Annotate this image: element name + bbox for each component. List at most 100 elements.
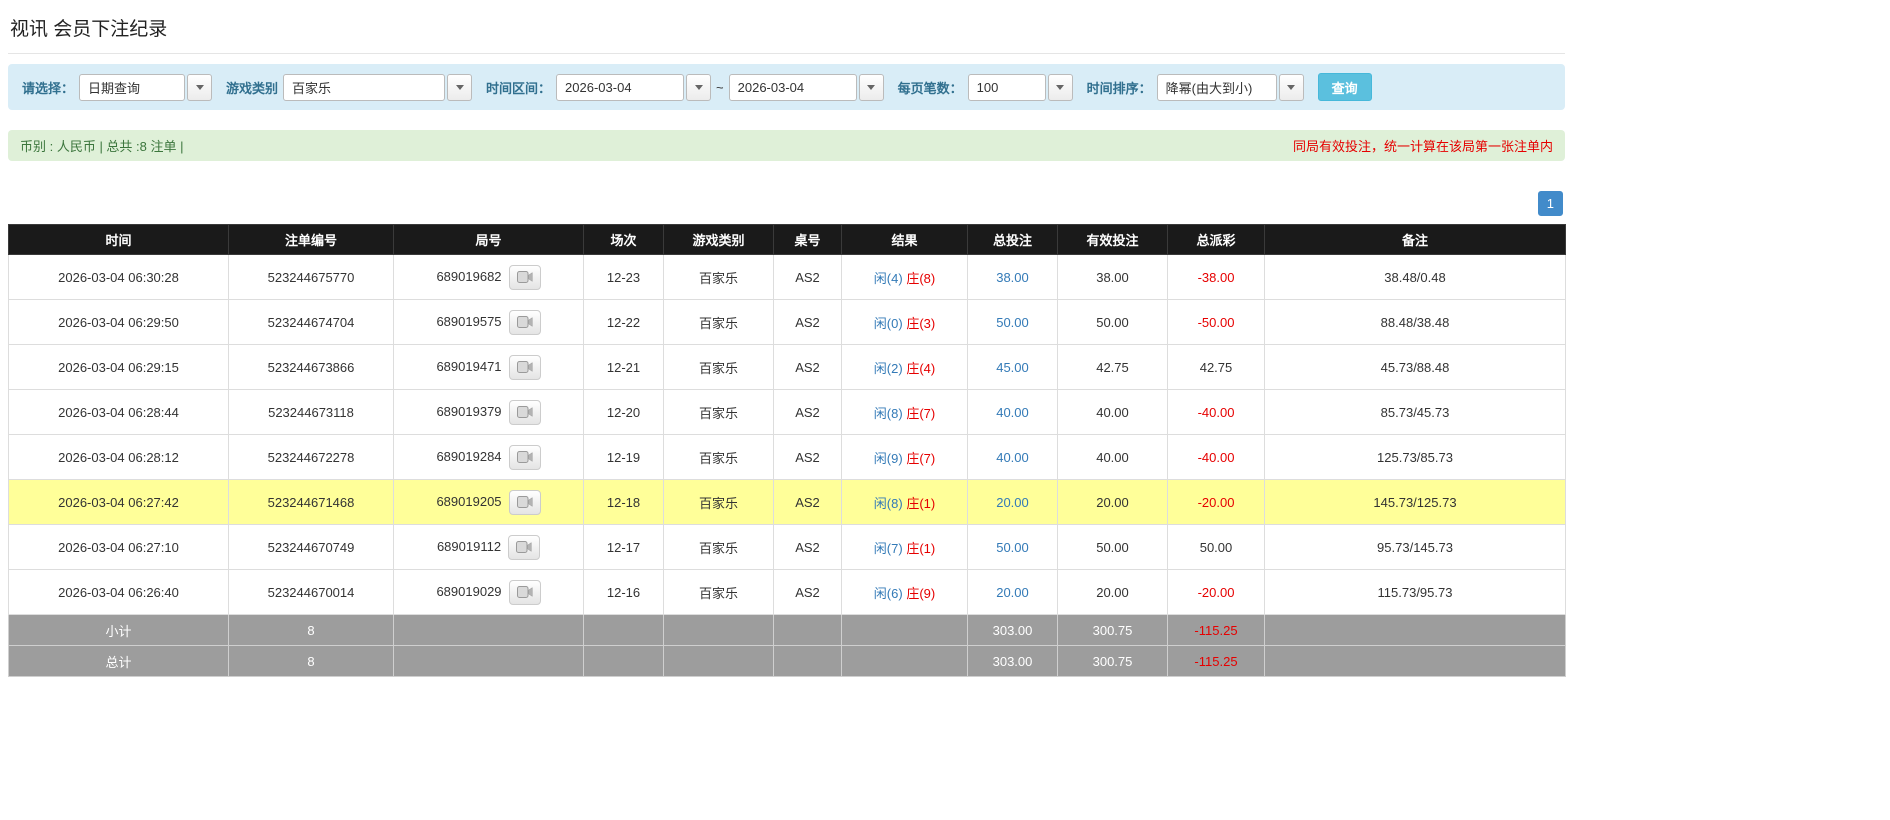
round-id-text: 689019379 [436, 403, 502, 419]
payout-value: -50.00 [1197, 314, 1235, 330]
total-bet-link[interactable]: 40.00 [996, 450, 1029, 465]
total-bet-link[interactable]: 38.00 [996, 270, 1029, 285]
cell-bet-id: 523244670014 [228, 569, 394, 615]
search-button[interactable]: 查询 [1317, 73, 1372, 101]
cell-time: 2026-03-04 06:29:15 [8, 344, 229, 390]
cell-bet-id: 523244672278 [228, 434, 394, 480]
video-replay-button[interactable] [508, 579, 541, 605]
cell-remark: 115.73/95.73 [1264, 569, 1566, 615]
cell-total-bet: 20.00 [967, 569, 1058, 615]
cell-time: 2026-03-04 06:28:12 [8, 434, 229, 480]
per-page-input[interactable] [967, 73, 1046, 101]
cell-session: 12-20 [583, 389, 664, 435]
video-camera-icon [516, 496, 533, 508]
cell-remark: 85.73/45.73 [1264, 389, 1566, 435]
cell-remark: 88.48/38.48 [1264, 299, 1566, 345]
cell-round-id: 689019379 [393, 389, 584, 435]
date-from-input[interactable] [556, 73, 685, 101]
round-id-text: 689019284 [436, 448, 502, 464]
video-replay-button[interactable] [508, 309, 541, 335]
total-bet-link[interactable]: 50.00 [996, 315, 1029, 330]
cell-round-id: 689019284 [393, 434, 584, 480]
cell-round-id: 689019112 [393, 524, 584, 570]
page: 视讯 会员下注纪录 请选择： 游戏类别 时间区间： ~ 每页笔数： 时间排序： [0, 0, 1566, 697]
table-header-row: 时间 注单编号 局号 场次 游戏类别 桌号 结果 总投注 有效投注 总派彩 备注 [8, 224, 1566, 255]
summary-empty [393, 645, 584, 677]
table-row: 2026-03-04 06:29:50 523244674704 689019575… [8, 299, 1566, 345]
round-id-text: 689019205 [436, 493, 502, 509]
chevron-down-icon [1287, 84, 1296, 90]
cell-result: 闲(2) 庄(4) [841, 344, 968, 390]
cell-session: 12-17 [583, 524, 664, 570]
summary-empty [1264, 614, 1566, 646]
cell-total-bet: 40.00 [967, 389, 1058, 435]
sort-dropdown-button[interactable] [1278, 73, 1304, 101]
column-header: 总派彩 [1167, 224, 1265, 255]
video-replay-button[interactable] [508, 444, 541, 470]
date-separator: ~ [716, 79, 724, 95]
table-row: 2026-03-04 06:27:42 523244671468 689019205… [8, 479, 1566, 525]
total-bet-link[interactable]: 20.00 [996, 585, 1029, 600]
per-page-combobox [967, 73, 1073, 101]
cell-table-no: AS2 [773, 344, 842, 390]
cell-time: 2026-03-04 06:28:44 [8, 389, 229, 435]
video-replay-button[interactable] [508, 534, 541, 560]
result-banker: 庄(8) [906, 270, 936, 286]
table-row: 2026-03-04 06:28:12 523244672278 689019284… [8, 434, 1566, 480]
video-replay-button[interactable] [508, 354, 541, 380]
payout-value: -20.00 [1197, 584, 1235, 600]
cell-bet-id: 523244673118 [228, 389, 394, 435]
game-type-input[interactable] [283, 73, 446, 101]
cell-payout: -20.00 [1167, 479, 1265, 525]
video-camera-icon [516, 406, 533, 418]
page-title: 视讯 会员下注纪录 [10, 19, 168, 40]
sort-input[interactable] [1156, 73, 1277, 101]
summary-count: 8 [228, 645, 394, 677]
date-to-dropdown-button[interactable] [858, 73, 884, 101]
summary-empty [583, 614, 664, 646]
summary-empty [841, 645, 968, 677]
query-type-dropdown-button[interactable] [187, 73, 213, 101]
cell-remark: 125.73/85.73 [1264, 434, 1566, 480]
date-to-combobox [728, 73, 884, 101]
column-header: 场次 [583, 224, 664, 255]
cell-remark: 38.48/0.48 [1264, 254, 1566, 300]
summary-row: 小计 8 303.00 300.75 -115.25 [8, 614, 1566, 646]
query-type-combobox [79, 73, 213, 101]
game-type-combobox [283, 73, 473, 101]
cell-result: 闲(0) 庄(3) [841, 299, 968, 345]
result-banker: 庄(7) [906, 450, 936, 466]
summary-label: 总计 [8, 645, 229, 677]
per-page-dropdown-button[interactable] [1047, 73, 1073, 101]
video-replay-button[interactable] [508, 399, 541, 425]
game-type-label: 游戏类别 [226, 80, 279, 96]
round-id-text: 689019029 [436, 583, 502, 599]
cell-valid-bet: 40.00 [1057, 434, 1168, 480]
game-type-dropdown-button[interactable] [447, 73, 473, 101]
cell-game-type: 百家乐 [663, 524, 774, 570]
video-replay-button[interactable] [508, 264, 541, 290]
cell-table-no: AS2 [773, 389, 842, 435]
total-bet-link[interactable]: 20.00 [996, 495, 1029, 510]
result-banker: 庄(4) [906, 360, 936, 376]
video-replay-button[interactable] [508, 489, 541, 515]
cell-valid-bet: 20.00 [1057, 479, 1168, 525]
cell-time: 2026-03-04 06:30:28 [8, 254, 229, 300]
total-bet-link[interactable]: 50.00 [996, 540, 1029, 555]
cell-total-bet: 50.00 [967, 299, 1058, 345]
cell-session: 12-23 [583, 254, 664, 300]
date-to-input[interactable] [728, 73, 857, 101]
total-bet-link[interactable]: 40.00 [996, 405, 1029, 420]
page-number-button[interactable]: 1 [1537, 191, 1563, 216]
result-player: 闲(2) [873, 360, 903, 376]
total-bet-link[interactable]: 45.00 [996, 360, 1029, 375]
video-camera-icon [516, 316, 533, 328]
cell-result: 闲(7) 庄(1) [841, 524, 968, 570]
cell-session: 12-19 [583, 434, 664, 480]
column-header: 结果 [841, 224, 968, 255]
query-type-input[interactable] [79, 73, 186, 101]
date-from-dropdown-button[interactable] [686, 73, 712, 101]
cell-game-type: 百家乐 [663, 434, 774, 480]
time-range-label: 时间区间： [486, 80, 552, 96]
cell-payout: -50.00 [1167, 299, 1265, 345]
